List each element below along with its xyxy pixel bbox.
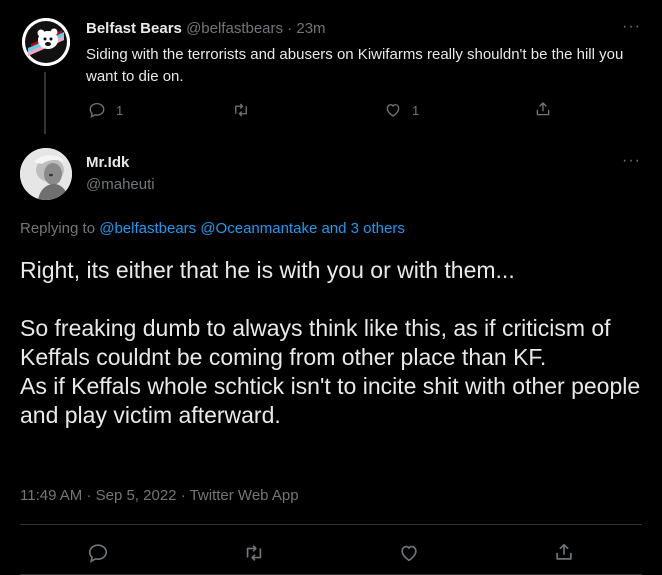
parent-handle[interactable]: @belfastbears bbox=[186, 20, 283, 37]
share-icon bbox=[556, 543, 572, 560]
retweet-icon bbox=[235, 103, 247, 117]
parent-display-name[interactable]: Belfast Bears bbox=[86, 20, 182, 37]
tweet-line: Right, its either that he is with you or… bbox=[20, 257, 515, 283]
retweet-icon bbox=[246, 545, 262, 561]
main-tweet-text: Right, its either that he is with you or… bbox=[20, 256, 650, 430]
tweet-meta: 11:49 AM · Sep 5, 2022 · Twitter Web App bbox=[20, 487, 299, 504]
actions-divider bbox=[20, 524, 642, 525]
bear-logo-icon bbox=[22, 18, 70, 66]
parent-like-button[interactable]: 1 bbox=[384, 101, 419, 119]
tweet-line: As if Keffals whole schtick isn't to inc… bbox=[20, 373, 641, 428]
replying-to-links[interactable]: @belfastbears @Oceanmantake and 3 others bbox=[99, 220, 405, 237]
heart-icon bbox=[386, 104, 400, 117]
main-tweet-actions bbox=[0, 540, 662, 566]
tweet-date[interactable]: Sep 5, 2022 bbox=[96, 487, 177, 504]
thread-connector-line bbox=[44, 72, 46, 134]
heart-icon bbox=[401, 545, 417, 562]
tweet-source[interactable]: Twitter Web App bbox=[190, 487, 299, 504]
parent-reply-button[interactable]: 1 bbox=[88, 101, 123, 119]
main-retweet-button[interactable] bbox=[243, 542, 265, 564]
parent-retweet-button[interactable] bbox=[232, 101, 250, 119]
parent-reply-count: 1 bbox=[116, 102, 124, 118]
tweet-time[interactable]: 11:49 AM bbox=[20, 487, 82, 504]
meta-separator: · bbox=[86, 487, 92, 504]
reply-icon bbox=[89, 102, 105, 119]
main-display-name[interactable]: Mr.Idk bbox=[86, 154, 129, 171]
tweet-line: So freaking dumb to always think like th… bbox=[20, 315, 611, 370]
meta-separator: · bbox=[180, 487, 186, 504]
reply-icon bbox=[88, 544, 108, 563]
mr-idk-avatar[interactable] bbox=[20, 148, 72, 200]
replying-prefix: Replying to bbox=[20, 220, 96, 237]
parent-tweet-text: Siding with the terrorists and abusers o… bbox=[86, 46, 624, 85]
parent-share-button[interactable] bbox=[534, 100, 552, 118]
replying-to-line: Replying to @belfastbears @Oceanmantake … bbox=[20, 220, 405, 237]
main-handle[interactable]: @maheuti bbox=[86, 176, 155, 193]
portrait-avatar-icon bbox=[20, 148, 72, 200]
parent-time-separator: · bbox=[287, 20, 293, 37]
main-like-button[interactable] bbox=[398, 542, 420, 564]
share-icon bbox=[536, 102, 550, 116]
main-more-icon[interactable]: ··· bbox=[622, 152, 641, 170]
parent-like-count: 1 bbox=[412, 102, 420, 118]
parent-tweet-header: Belfast Bears @belfastbears · 23m bbox=[86, 20, 326, 37]
main-share-button[interactable] bbox=[553, 541, 575, 563]
parent-more-icon[interactable]: ··· bbox=[622, 18, 641, 36]
parent-time[interactable]: 23m bbox=[296, 20, 325, 37]
belfast-bears-avatar[interactable] bbox=[22, 18, 70, 66]
main-reply-button[interactable] bbox=[87, 542, 109, 564]
